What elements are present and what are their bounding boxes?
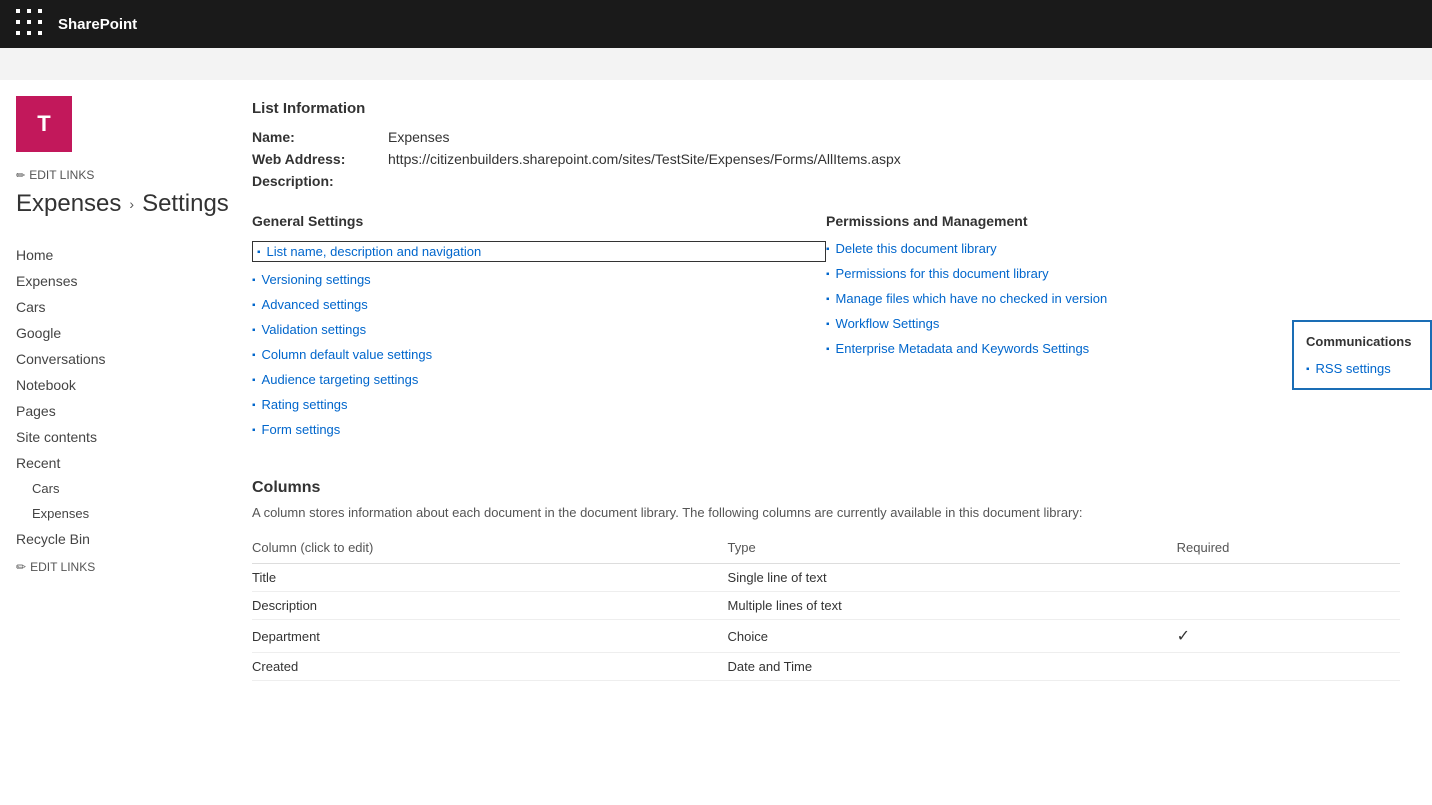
sub-header: [0, 48, 1432, 80]
breadcrumb-site: Expenses: [16, 190, 121, 218]
web-address-value: https://citizenbuilders.sharepoint.com/s…: [388, 151, 901, 167]
edit-links-bottom[interactable]: ✏ EDIT LINKS: [0, 552, 220, 582]
apps-grid-icon[interactable]: [16, 9, 46, 39]
columns-table: Column (click to edit) Type Required Tit…: [252, 536, 1400, 681]
info-row-description: Description:: [252, 173, 1400, 189]
sidebar: T ✏ EDIT LINKS Expenses › Settings Home …: [0, 80, 220, 805]
breadcrumb-page: Settings: [142, 190, 229, 218]
columns-header-row: Column (click to edit) Type Required: [252, 536, 1400, 564]
link-advanced-settings[interactable]: ▪ Advanced settings: [252, 297, 826, 312]
column-required: [1177, 564, 1400, 592]
bullet-icon: ▪: [826, 269, 830, 280]
link-audience-targeting[interactable]: ▪ Audience targeting settings: [252, 372, 826, 387]
general-settings-title: General Settings: [252, 213, 826, 229]
list-info-title: List Information: [252, 100, 1400, 117]
link-manage-files[interactable]: ▪ Manage files which have no checked in …: [826, 291, 1400, 306]
columns-title: Columns: [252, 479, 1400, 497]
sidebar-item-recent[interactable]: Recent: [0, 450, 220, 476]
description-label: Description:: [252, 173, 372, 189]
bullet-icon: ▪: [252, 375, 256, 386]
column-required: [1177, 592, 1400, 620]
sidebar-item-notebook[interactable]: Notebook: [0, 372, 220, 398]
link-permissions-library[interactable]: ▪ Permissions for this document library: [826, 266, 1400, 281]
link-versioning-settings[interactable]: ▪ Versioning settings: [252, 272, 826, 287]
breadcrumb: Expenses › Settings: [16, 190, 204, 218]
sidebar-item-site-contents[interactable]: Site contents: [0, 424, 220, 450]
name-value: Expenses: [388, 129, 449, 145]
edit-links-top[interactable]: ✏ EDIT LINKS: [16, 168, 204, 182]
columns-description: A column stores information about each d…: [252, 505, 1400, 520]
column-name[interactable]: Department: [252, 620, 728, 653]
bullet-icon: ▪: [252, 350, 256, 361]
main-content: List Information Name: Expenses Web Addr…: [220, 80, 1432, 805]
site-logo: T: [16, 96, 72, 152]
bullet-icon: ▪: [252, 400, 256, 411]
column-type: Choice: [728, 620, 1177, 653]
bullet-icon: ▪: [826, 244, 830, 255]
column-required: ✓: [1177, 620, 1400, 653]
sidebar-item-google[interactable]: Google: [0, 320, 220, 346]
pencil-icon: ✏: [16, 169, 25, 182]
bullet-icon: ▪: [252, 300, 256, 311]
web-address-label: Web Address:: [252, 151, 372, 167]
col-header-required: Required: [1177, 536, 1400, 564]
link-rating-settings[interactable]: ▪ Rating settings: [252, 397, 826, 412]
column-required: [1177, 653, 1400, 681]
column-type: Single line of text: [728, 564, 1177, 592]
link-column-default-value[interactable]: ▪ Column default value settings: [252, 347, 826, 362]
column-type: Multiple lines of text: [728, 592, 1177, 620]
sidebar-item-pages[interactable]: Pages: [0, 398, 220, 424]
col-header-name: Column (click to edit): [252, 536, 728, 564]
link-validation-settings[interactable]: ▪ Validation settings: [252, 322, 826, 337]
permissions-title: Permissions and Management: [826, 213, 1400, 229]
bullet-icon: ▪: [1306, 364, 1310, 375]
communications-title: Communications: [1306, 334, 1418, 349]
info-row-name: Name: Expenses: [252, 129, 1400, 145]
col-header-type: Type: [728, 536, 1177, 564]
app-title: SharePoint: [58, 16, 137, 33]
sidebar-sub-item-expenses[interactable]: Expenses: [0, 501, 220, 526]
info-row-web-address: Web Address: https://citizenbuilders.sha…: [252, 151, 1400, 167]
table-row: Title Single line of text: [252, 564, 1400, 592]
sidebar-item-home[interactable]: Home: [0, 242, 220, 268]
general-settings-col: General Settings ▪ List name, descriptio…: [252, 213, 826, 447]
sidebar-item-conversations[interactable]: Conversations: [0, 346, 220, 372]
table-row: Department Choice ✓: [252, 620, 1400, 653]
link-rss-settings[interactable]: ▪ RSS settings: [1306, 361, 1418, 376]
top-bar: SharePoint: [0, 0, 1432, 48]
communications-panel: Communications ▪ RSS settings: [1292, 320, 1432, 390]
link-list-name-description[interactable]: ▪ List name, description and navigation: [252, 241, 826, 262]
link-delete-library[interactable]: ▪ Delete this document library: [826, 241, 1400, 256]
bullet-icon: ▪: [252, 425, 256, 436]
sidebar-item-expenses[interactable]: Expenses: [0, 268, 220, 294]
list-info-table: Name: Expenses Web Address: https://citi…: [252, 129, 1400, 189]
column-type: Date and Time: [728, 653, 1177, 681]
bullet-icon: ▪: [826, 344, 830, 355]
settings-grid: General Settings ▪ List name, descriptio…: [252, 213, 1400, 447]
bullet-icon: ▪: [826, 294, 830, 305]
breadcrumb-arrow: ›: [129, 196, 134, 212]
name-label: Name:: [252, 129, 372, 145]
sidebar-item-cars[interactable]: Cars: [0, 294, 220, 320]
column-name[interactable]: Created: [252, 653, 728, 681]
table-row: Created Date and Time: [252, 653, 1400, 681]
link-form-settings[interactable]: ▪ Form settings: [252, 422, 826, 437]
main-layout: T ✏ EDIT LINKS Expenses › Settings Home …: [0, 80, 1432, 805]
bullet-icon: ▪: [826, 319, 830, 330]
sidebar-item-recycle-bin[interactable]: Recycle Bin: [0, 526, 220, 552]
bullet-icon: ▪: [252, 325, 256, 336]
bullet-icon: ▪: [252, 275, 256, 286]
sidebar-sub-item-cars[interactable]: Cars: [0, 476, 220, 501]
table-row: Description Multiple lines of text: [252, 592, 1400, 620]
columns-section: Columns A column stores information abou…: [252, 479, 1400, 681]
column-name[interactable]: Description: [252, 592, 728, 620]
pencil-icon-bottom: ✏: [16, 560, 26, 574]
bullet-icon: ▪: [257, 247, 261, 258]
column-name[interactable]: Title: [252, 564, 728, 592]
